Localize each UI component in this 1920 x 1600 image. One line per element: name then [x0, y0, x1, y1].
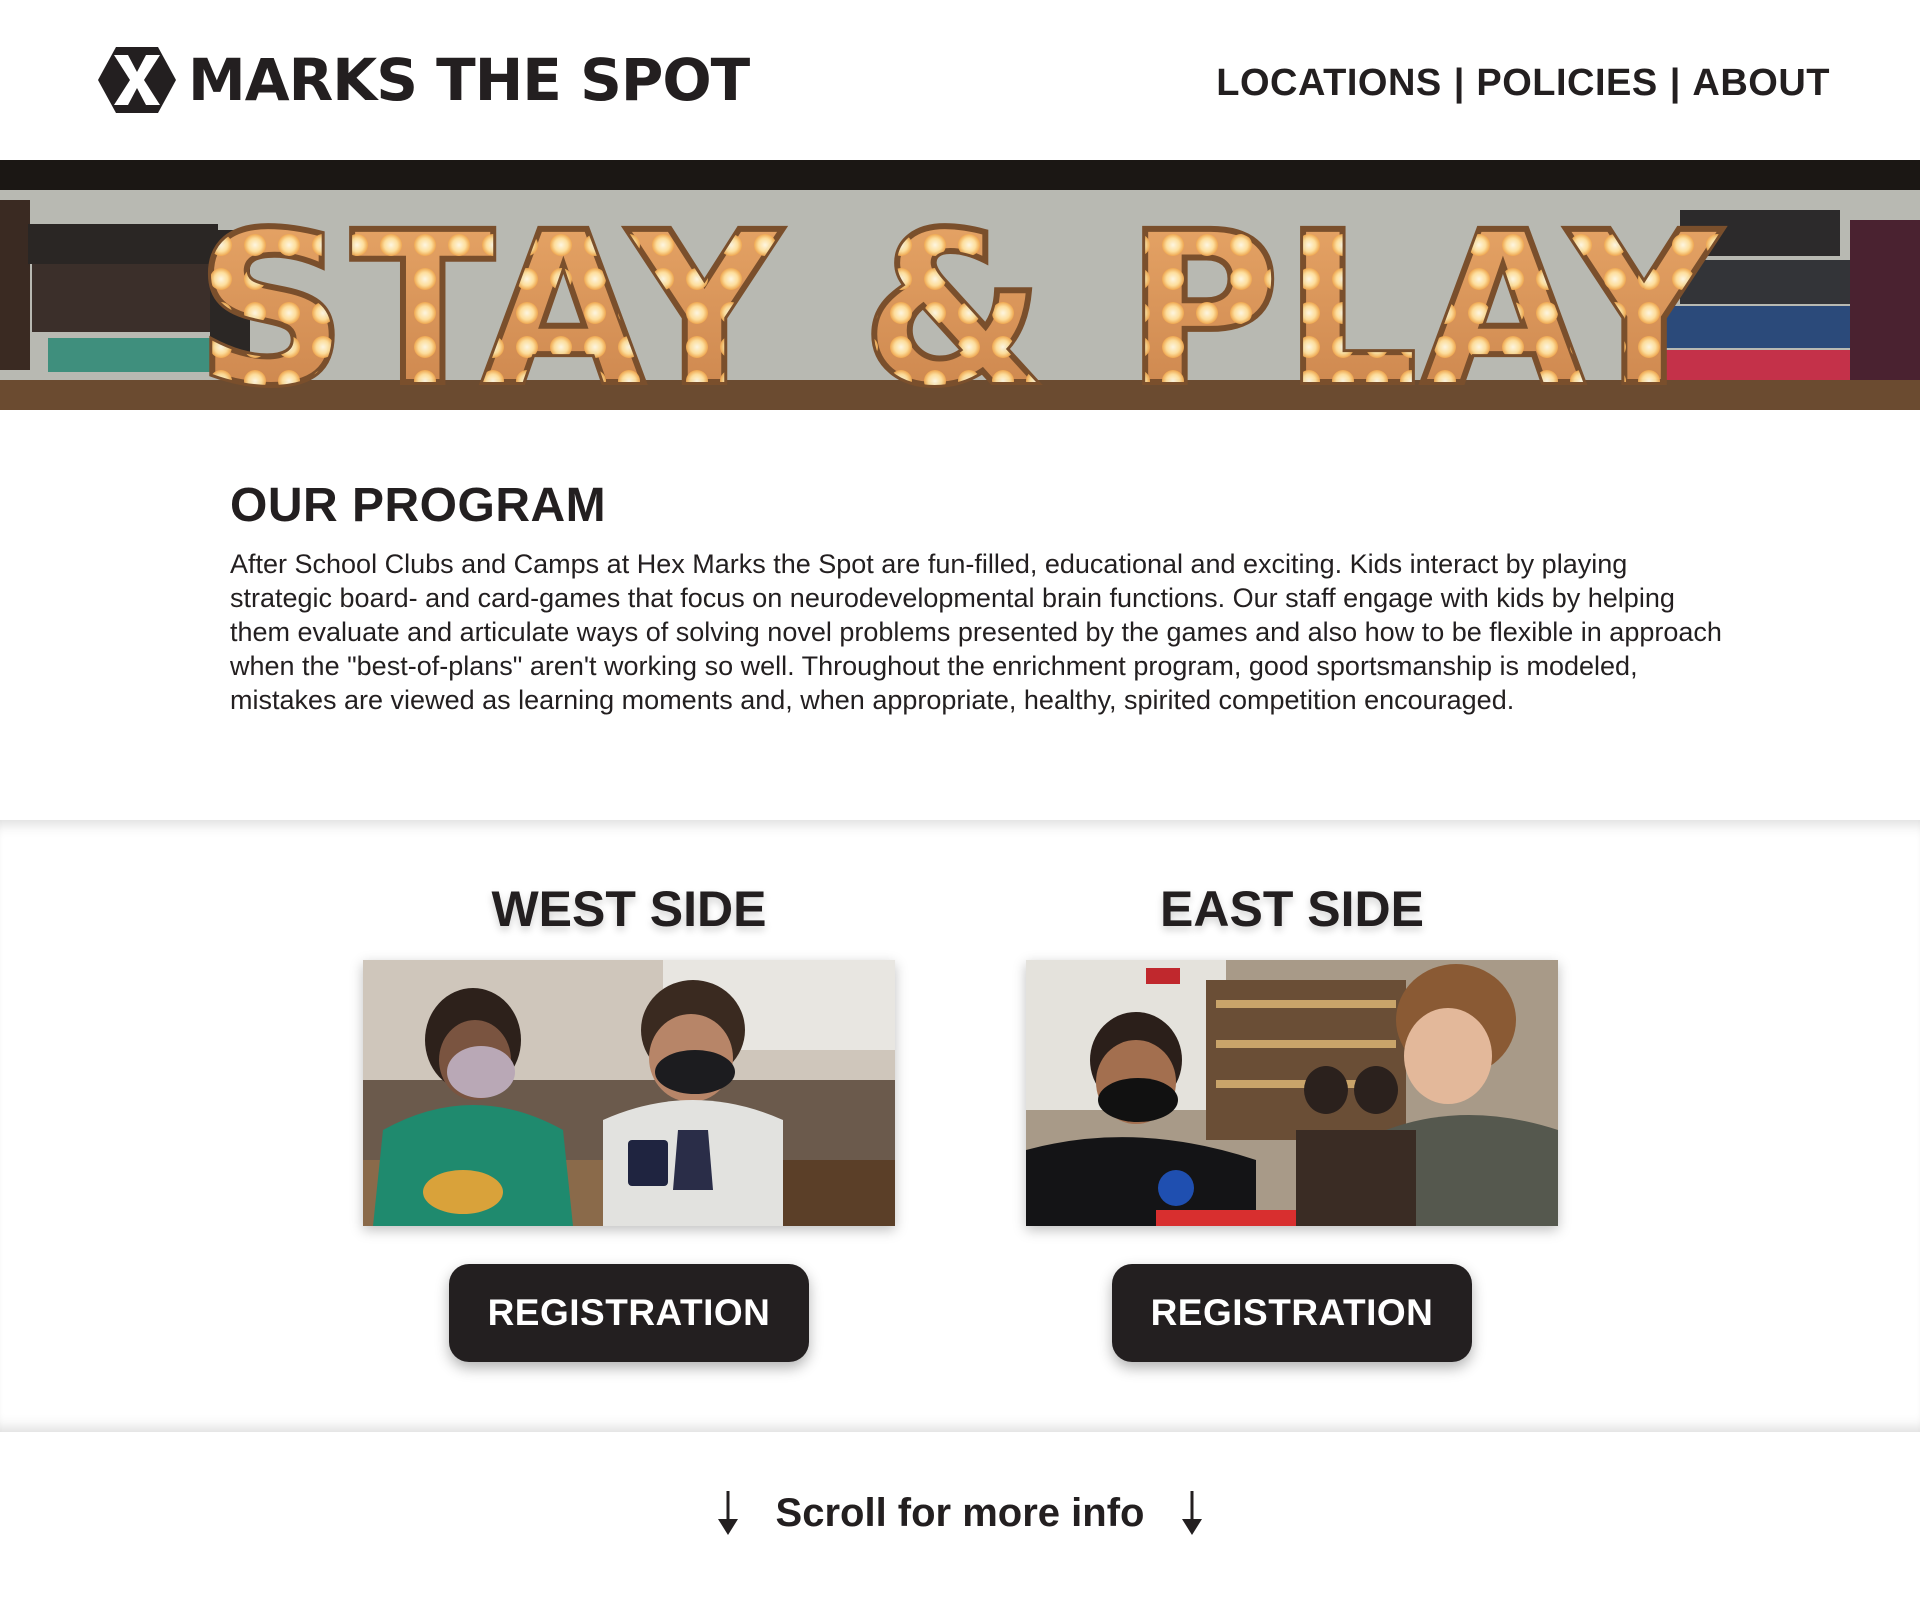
- scroll-hint-row: Scroll for more info: [716, 1488, 1205, 1538]
- site-header: MARKS THE SPOT LOCATIONS | POLICIES | AB…: [0, 0, 1920, 160]
- marquee-letters: STAY & PLAY STAY & PLAY: [193, 184, 1724, 410]
- east-side-photo: [1026, 960, 1558, 1226]
- location-card-east: EAST SIDE REGISTRATION: [1022, 820, 1562, 1432]
- location-title-east: EAST SIDE: [1160, 881, 1424, 937]
- hero-banner: STAY & PLAY STAY & PLAY: [0, 160, 1920, 410]
- marquee-sign-image: STAY & PLAY STAY & PLAY: [0, 184, 1920, 410]
- east-registration-button[interactable]: REGISTRATION: [1112, 1264, 1472, 1362]
- hex-x-logo-icon: [98, 47, 176, 113]
- program-section: OUR PROGRAM After School Clubs and Camps…: [0, 410, 1920, 820]
- nav-policies-link[interactable]: POLICIES: [1476, 62, 1657, 105]
- west-registration-button[interactable]: REGISTRATION: [449, 1264, 809, 1362]
- logo-text: MARKS THE SPOT: [188, 46, 750, 114]
- program-title: OUR PROGRAM: [230, 479, 607, 532]
- kids-playing-cards-image: [363, 960, 895, 1226]
- west-side-photo: [363, 960, 895, 1226]
- locations-section: WEST SIDE REGISTRATION EAST SIDE REGISTR…: [0, 820, 1920, 1432]
- site-logo[interactable]: MARKS THE SPOT: [98, 44, 750, 116]
- staff-and-kids-image: [1026, 960, 1558, 1226]
- main-nav: LOCATIONS | POLICIES | ABOUT: [1216, 62, 1830, 105]
- nav-separator: |: [1453, 62, 1465, 104]
- arrow-down-icon: [1182, 1491, 1203, 1535]
- nav-about-link[interactable]: ABOUT: [1692, 62, 1830, 105]
- scroll-hint: Scroll for more info: [0, 1432, 1920, 1600]
- location-card-west: WEST SIDE REGISTRATION: [359, 820, 899, 1432]
- marquee-bulbs: STAY & PLAY: [196, 187, 1724, 410]
- nav-separator: |: [1669, 62, 1681, 104]
- location-title-west: WEST SIDE: [491, 881, 767, 937]
- arrow-down-icon: [717, 1491, 738, 1535]
- nav-locations-link[interactable]: LOCATIONS: [1216, 62, 1441, 105]
- scroll-hint-text: Scroll for more info: [775, 1490, 1145, 1535]
- program-description: After School Clubs and Camps at Hex Mark…: [230, 549, 1722, 715]
